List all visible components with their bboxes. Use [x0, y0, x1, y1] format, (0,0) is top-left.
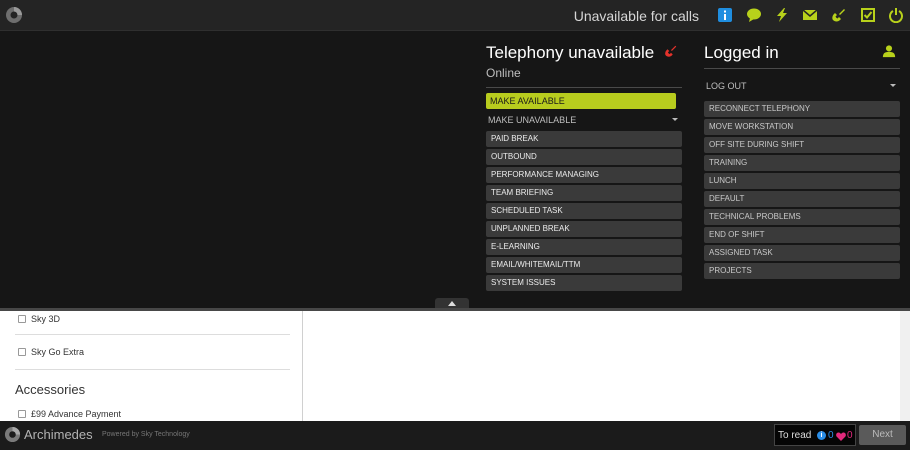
telephony-header: Telephony unavailable — [486, 31, 682, 68]
to-read-counter[interactable]: To read i 0 0 — [774, 424, 856, 446]
menu-item-assigned-task[interactable]: ASSIGNED TASK — [704, 245, 900, 261]
to-read-label: To read — [778, 430, 812, 441]
info-icon: i — [817, 431, 826, 440]
divider — [704, 68, 900, 69]
main-content-pane — [303, 311, 900, 421]
checkbox-sky-go-extra[interactable]: Sky Go Extra — [18, 347, 84, 357]
menu-item-off-site-during-shift[interactable]: OFF SITE DURING SHIFT — [704, 137, 900, 153]
unavailable-reasons: PAID BREAK OUTBOUND PERFORMANCE MANAGING… — [486, 131, 682, 291]
menu-item-projects[interactable]: PROJECTS — [704, 263, 900, 279]
menu-item-training[interactable]: TRAINING — [704, 155, 900, 171]
menu-item-lunch[interactable]: LUNCH — [704, 173, 900, 189]
checkbox-icon[interactable] — [860, 7, 876, 23]
powered-by-text: Powered by Sky Technology — [102, 431, 190, 438]
caret-down-icon — [672, 118, 678, 121]
menu-item-performance-managing[interactable]: PERFORMANCE MANAGING — [486, 167, 682, 183]
menu-item-paid-break[interactable]: PAID BREAK — [486, 131, 682, 147]
menu-item-system-issues[interactable]: SYSTEM ISSUES — [486, 275, 682, 291]
checkbox-label: Sky 3D — [31, 314, 61, 324]
menu-item-outbound[interactable]: OUTBOUND — [486, 149, 682, 165]
mail-icon[interactable] — [802, 7, 818, 23]
make-unavailable-dropdown[interactable]: MAKE UNAVAILABLE — [486, 109, 682, 131]
checkbox-label: Sky Go Extra — [31, 347, 85, 357]
call-status-text: Unavailable for calls — [573, 8, 699, 24]
product-options-pane — [0, 311, 303, 421]
telephony-column: Telephony unavailable Online MAKE AVAILA… — [486, 31, 682, 293]
brand-name: Archimedes — [24, 427, 93, 442]
telephony-title: Telephony unavailable — [486, 43, 655, 62]
menu-item-email-whitemail-ttm[interactable]: EMAIL/WHITEMAIL/TTM — [486, 257, 682, 273]
archimedes-logo-icon — [4, 426, 21, 443]
login-column: Logged in LOG OUT RECONNECT TELEPHONY MO… — [704, 31, 900, 281]
checkbox-box[interactable] — [18, 348, 26, 356]
accessories-heading: Accessories — [15, 382, 86, 397]
checkbox-box[interactable] — [18, 410, 26, 418]
divider — [15, 334, 290, 335]
menu-item-default[interactable]: DEFAULT — [704, 191, 900, 207]
heart-icon — [836, 432, 846, 441]
log-out-label: LOG OUT — [706, 81, 747, 91]
phone-icon[interactable] — [831, 7, 847, 23]
login-title: Logged in — [704, 43, 779, 62]
info-count: 0 — [828, 430, 834, 441]
divider — [15, 369, 290, 370]
menu-item-end-of-shift[interactable]: END OF SHIFT — [704, 227, 900, 243]
login-header: Logged in — [704, 31, 900, 68]
info-icon[interactable] — [717, 7, 733, 23]
divider — [486, 87, 682, 88]
footer-bar: Archimedes Powered by Sky Technology To … — [0, 421, 910, 450]
menu-item-reconnect-telephony[interactable]: RECONNECT TELEPHONY — [704, 101, 900, 117]
menu-item-technical-problems[interactable]: TECHNICAL PROBLEMS — [704, 209, 900, 225]
heart-count: 0 — [847, 430, 853, 441]
menu-item-scheduled-task[interactable]: SCHEDULED TASK — [486, 203, 682, 219]
user-icon — [882, 45, 896, 58]
menu-item-move-workstation[interactable]: MOVE WORKSTATION — [704, 119, 900, 135]
archimedes-logo-icon — [6, 7, 22, 23]
chevron-up-icon — [448, 301, 456, 306]
logout-reasons: RECONNECT TELEPHONY MOVE WORKSTATION OFF… — [704, 101, 900, 279]
checkbox-sky-3d[interactable]: Sky 3D — [18, 314, 60, 324]
make-available-button[interactable]: MAKE AVAILABLE — [486, 93, 676, 109]
menu-item-e-learning[interactable]: E-LEARNING — [486, 239, 682, 255]
app-root: Unavailable for calls Telephony unavaila… — [0, 0, 910, 450]
checkbox-label: £99 Advance Payment — [31, 409, 122, 419]
caret-down-icon — [890, 84, 896, 87]
log-out-dropdown[interactable]: LOG OUT — [704, 71, 900, 101]
phone-icon — [665, 45, 677, 57]
lightning-icon[interactable] — [774, 7, 790, 23]
make-unavailable-label: MAKE UNAVAILABLE — [488, 115, 577, 125]
scroll-gutter — [900, 311, 910, 421]
checkbox-box[interactable] — [18, 315, 26, 323]
menu-item-unplanned-break[interactable]: UNPLANNED BREAK — [486, 221, 682, 237]
chat-icon[interactable] — [746, 7, 762, 23]
top-bar: Unavailable for calls — [0, 0, 910, 31]
checkbox-advance-payment[interactable]: £99 Advance Payment — [18, 409, 121, 419]
telephony-status: Online — [486, 66, 521, 80]
power-icon[interactable] — [888, 7, 904, 23]
next-button[interactable]: Next — [859, 425, 906, 445]
menu-item-team-briefing[interactable]: TEAM BRIEFING — [486, 185, 682, 201]
